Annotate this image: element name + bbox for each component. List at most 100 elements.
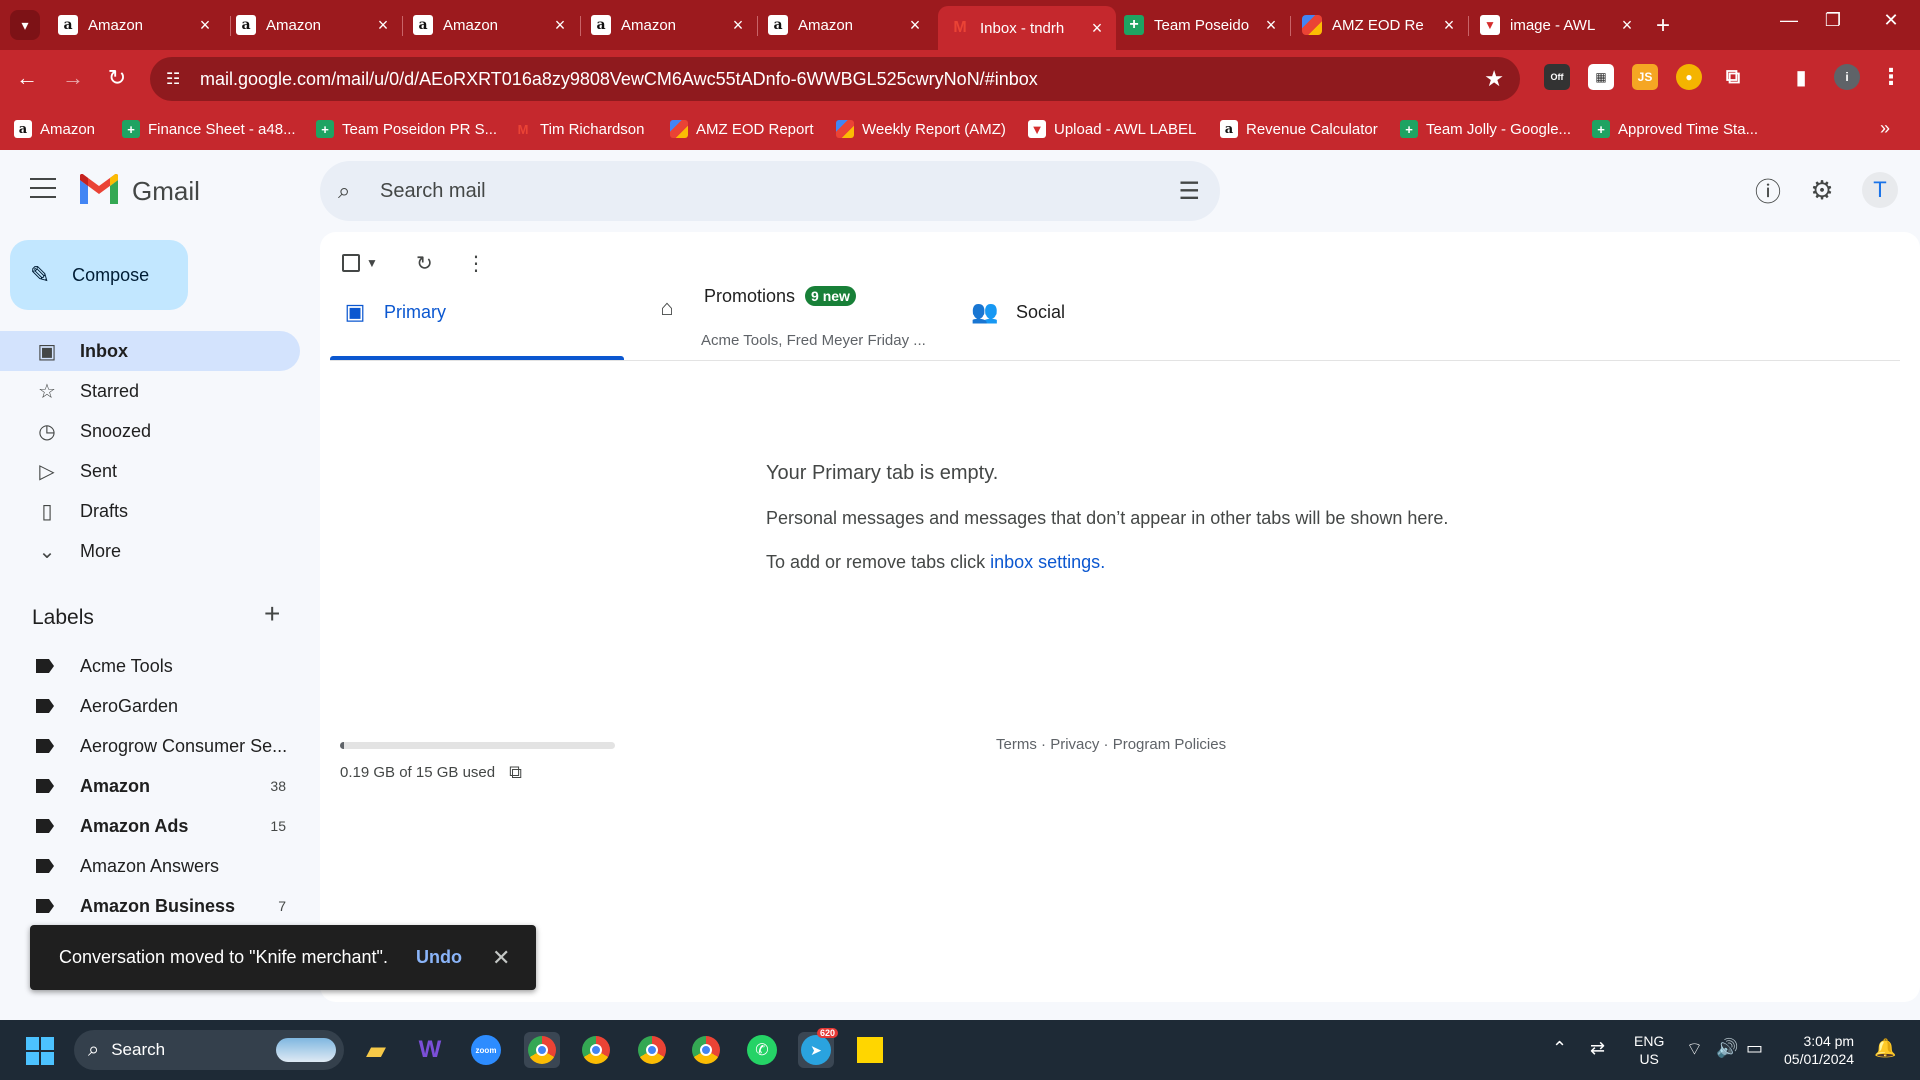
close-icon[interactable]: × xyxy=(551,15,569,36)
bookmark-item[interactable]: + Approved Time Sta... xyxy=(1592,116,1758,142)
browser-tab[interactable]: a Amazon × xyxy=(46,8,224,42)
inbox-settings-link[interactable]: inbox settings xyxy=(990,552,1100,572)
label-item[interactable]: Acme Tools xyxy=(0,646,300,686)
side-panel-icon[interactable]: ▮ xyxy=(1788,64,1814,90)
terms-link[interactable]: Terms xyxy=(996,736,1037,753)
search-input[interactable] xyxy=(380,179,1179,203)
close-icon[interactable]: ✕ xyxy=(492,945,510,971)
taskbar-search[interactable]: ⌕ Search xyxy=(74,1030,344,1070)
back-arrow-icon[interactable]: ← xyxy=(12,65,42,91)
search-options-icon[interactable]: ☰ xyxy=(1178,177,1200,206)
browser-tab[interactable]: ▼ image - AWL × xyxy=(1468,8,1646,42)
w-app-icon[interactable]: W xyxy=(412,1032,448,1068)
caret-down-icon[interactable]: ▼ xyxy=(366,256,378,270)
program-policies-link[interactable]: Program Policies xyxy=(1113,736,1226,753)
volume-icon[interactable]: 🔊 xyxy=(1716,1038,1738,1059)
browser-tab[interactable]: a Amazon × xyxy=(579,8,757,42)
forward-arrow-icon[interactable]: → xyxy=(58,65,88,91)
bookmark-item[interactable]: + Team Poseidon PR S... xyxy=(316,116,497,142)
close-icon[interactable]: × xyxy=(374,15,392,36)
close-icon[interactable]: × xyxy=(196,15,214,36)
browser-menu-icon[interactable]: ⋮ xyxy=(1878,64,1904,90)
close-icon[interactable]: × xyxy=(1440,15,1458,36)
label-item[interactable]: Amazon Answers xyxy=(0,846,300,886)
help-icon[interactable]: ⓘ xyxy=(1750,172,1786,208)
label-item[interactable]: Amazon 38 xyxy=(0,766,300,806)
bookmark-item[interactable]: a Revenue Calculator xyxy=(1220,116,1378,142)
reload-icon[interactable]: ↻ xyxy=(102,65,132,91)
search-icon[interactable]: ⌕ xyxy=(338,178,368,204)
close-icon[interactable]: × xyxy=(729,15,747,36)
tab-social[interactable]: 👥 Social xyxy=(970,280,1065,344)
bookmark-item[interactable]: + Team Jolly - Google... xyxy=(1400,116,1571,142)
bookmark-item[interactable]: ▼ Upload - AWL LABEL xyxy=(1028,116,1196,142)
file-explorer-icon[interactable]: ▰ xyxy=(358,1032,394,1068)
sidebar-item-sent[interactable]: ▷ Sent xyxy=(0,451,300,491)
sidebar-item-starred[interactable]: ☆ Starred xyxy=(0,371,300,411)
open-external-icon[interactable]: ⧉ xyxy=(509,762,522,783)
browser-tab[interactable]: AMZ EOD Re × xyxy=(1290,8,1468,42)
browser-tab[interactable]: a Amazon × xyxy=(401,8,579,42)
tab-search-chevron-icon[interactable]: ▾ xyxy=(10,10,40,40)
close-icon[interactable]: × xyxy=(906,15,924,36)
undo-button[interactable]: Undo xyxy=(416,947,462,968)
chrome-profile-icon[interactable] xyxy=(634,1032,670,1068)
add-label-plus-icon[interactable]: + xyxy=(264,598,280,630)
more-options-icon[interactable]: ⋮ xyxy=(466,248,486,278)
color-extension-icon[interactable]: ● xyxy=(1676,64,1702,90)
tab-primary[interactable]: ▣ Primary xyxy=(340,280,446,344)
bookmark-item[interactable]: Weekly Report (AMZ) xyxy=(836,116,1006,142)
settings-gear-icon[interactable]: ⚙ xyxy=(1804,172,1840,208)
search-bar[interactable]: ⌕ ☰ xyxy=(320,161,1220,221)
chrome-icon[interactable] xyxy=(524,1032,560,1068)
clock[interactable]: 3:04 pm 05/01/2024 xyxy=(1784,1032,1854,1068)
show-hidden-icons-icon[interactable]: ⌃ xyxy=(1552,1038,1567,1059)
close-icon[interactable]: × xyxy=(1088,18,1106,39)
refresh-icon[interactable]: ↻ xyxy=(416,248,433,278)
sidebar-item-snoozed[interactable]: ◷ Snoozed xyxy=(0,411,300,451)
label-item[interactable]: AeroGarden xyxy=(0,686,300,726)
whatsapp-icon[interactable]: ✆ xyxy=(744,1032,780,1068)
address-bar[interactable]: ☷ mail.google.com/mail/u/0/d/AEoRXRT016a… xyxy=(150,57,1520,101)
browser-tab[interactable]: a Amazon × xyxy=(756,8,934,42)
window-close-icon[interactable]: ✕ xyxy=(1876,10,1906,31)
language-indicator[interactable]: ENG US xyxy=(1634,1032,1664,1068)
telegram-icon[interactable]: ➤ 620 xyxy=(798,1028,838,1068)
extensions-puzzle-icon[interactable]: ⧉ xyxy=(1720,64,1746,90)
site-info-icon[interactable]: ☷ xyxy=(166,69,186,89)
new-tab-plus-icon[interactable]: + xyxy=(1650,12,1676,40)
bookmark-item[interactable]: AMZ EOD Report xyxy=(670,116,814,142)
sticky-notes-icon[interactable] xyxy=(852,1032,888,1068)
battery-icon[interactable]: ▭ xyxy=(1746,1038,1763,1059)
label-item[interactable]: Amazon Ads 15 xyxy=(0,806,300,846)
profile-avatar-icon[interactable]: i xyxy=(1834,64,1860,90)
close-icon[interactable]: × xyxy=(1262,15,1280,36)
extension-off-icon[interactable]: Off xyxy=(1544,64,1570,90)
bookmark-item[interactable]: a Amazon xyxy=(14,116,95,142)
account-avatar[interactable]: T xyxy=(1862,172,1898,208)
tray-settings-icon[interactable]: ⇄ xyxy=(1590,1038,1605,1059)
main-menu-icon[interactable] xyxy=(30,178,56,198)
close-icon[interactable]: × xyxy=(1618,15,1636,36)
restore-icon[interactable]: ❐ xyxy=(1818,10,1848,31)
js-extension-icon[interactable]: JS xyxy=(1632,64,1658,90)
tab-promotions[interactable]: ⌂ Promotions 9 new xyxy=(652,276,856,320)
select-all-checkbox[interactable]: ▼ xyxy=(342,248,378,278)
minimize-icon[interactable]: — xyxy=(1774,10,1804,31)
qr-code-icon[interactable]: ▦ xyxy=(1588,64,1614,90)
privacy-link[interactable]: Privacy xyxy=(1050,736,1099,753)
sidebar-item-inbox[interactable]: ▣ Inbox xyxy=(0,331,300,371)
wifi-icon[interactable]: ⌔ xyxy=(1686,1038,1703,1061)
chrome-profile-icon[interactable] xyxy=(688,1032,724,1068)
bookmark-item[interactable]: M Tim Richardson xyxy=(514,116,645,142)
bookmark-item[interactable]: + Finance Sheet - a48... xyxy=(122,116,296,142)
windows-start-icon[interactable] xyxy=(26,1037,54,1065)
label-item[interactable]: Amazon Business 7 xyxy=(0,886,300,926)
browser-tab[interactable]: a Amazon × xyxy=(224,8,402,42)
browser-tab-active[interactable]: M Inbox - tndrh × xyxy=(938,6,1116,50)
label-item[interactable]: Aerogrow Consumer Se... xyxy=(0,726,300,766)
chrome-profile-icon[interactable] xyxy=(578,1032,614,1068)
browser-tab[interactable]: + Team Poseido × xyxy=(1112,8,1290,42)
notification-bell-icon[interactable]: 🔔 xyxy=(1874,1038,1896,1059)
bookmark-star-icon[interactable]: ★ xyxy=(1484,66,1504,92)
